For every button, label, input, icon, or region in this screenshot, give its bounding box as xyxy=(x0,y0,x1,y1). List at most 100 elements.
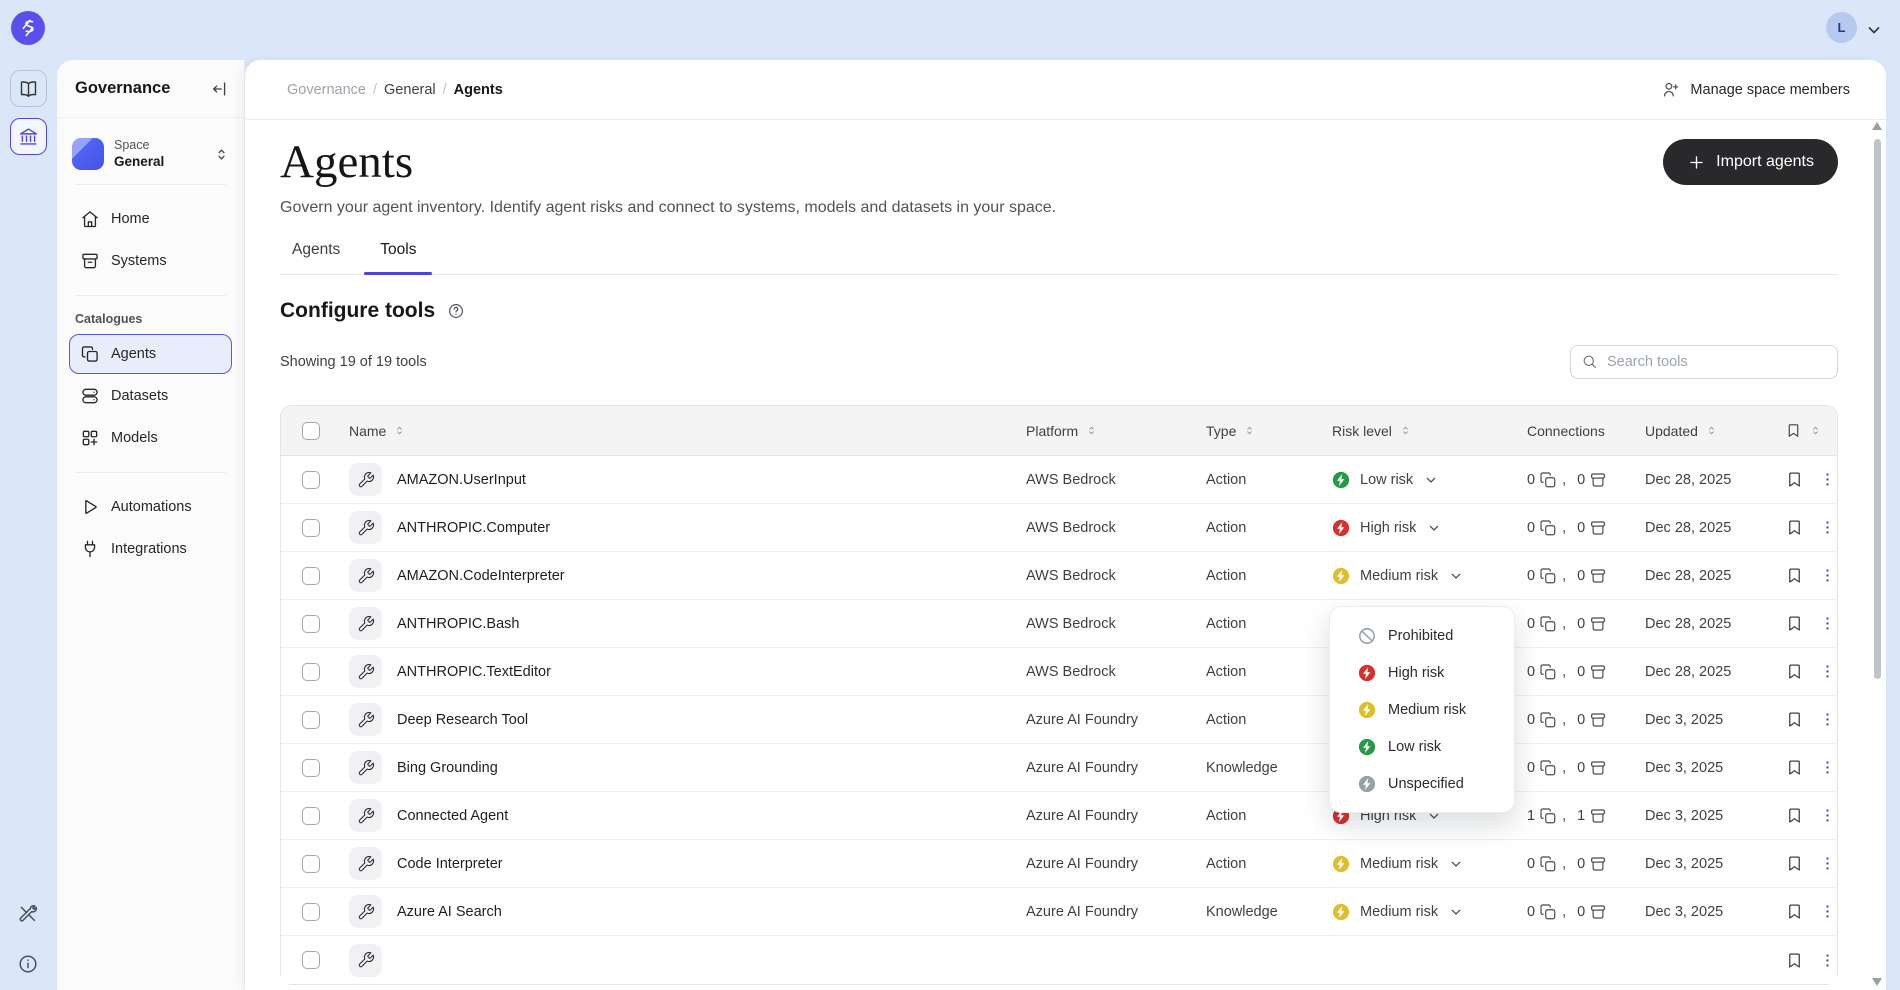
bookmark-icon[interactable] xyxy=(1785,758,1804,777)
row-menu-kebab-icon[interactable] xyxy=(1819,807,1836,824)
vertical-scrollbar[interactable] xyxy=(1871,118,1884,990)
row-checkbox[interactable] xyxy=(302,806,320,825)
tool-name[interactable]: ANTHROPIC.TextEditor xyxy=(397,664,551,680)
row-menu-kebab-icon[interactable] xyxy=(1819,663,1836,680)
bookmark-icon[interactable] xyxy=(1785,806,1804,825)
breadcrumb-agents: Agents xyxy=(453,81,503,98)
row-menu-kebab-icon[interactable] xyxy=(1819,615,1836,632)
help-question-icon[interactable] xyxy=(447,302,465,320)
table-row: Bing Grounding Azure AI Foundry Knowledg… xyxy=(281,744,1837,792)
bookmark-icon[interactable] xyxy=(1785,662,1804,681)
user-avatar[interactable]: L xyxy=(1826,12,1857,43)
sidebar-item-datasets[interactable]: Datasets xyxy=(69,376,232,416)
tool-name[interactable]: Bing Grounding xyxy=(397,760,498,776)
sidebar-item-systems[interactable]: Systems xyxy=(69,241,232,281)
column-header-risk-level[interactable]: Risk level xyxy=(1332,423,1412,439)
tool-name[interactable]: AMAZON.CodeInterpreter xyxy=(397,568,565,584)
manage-space-members-button[interactable]: Manage space members xyxy=(1661,80,1850,99)
copy-agents-icon xyxy=(1539,903,1557,921)
column-header-updated[interactable]: Updated xyxy=(1645,423,1718,439)
wrench-icon xyxy=(349,559,382,592)
row-checkbox[interactable] xyxy=(302,854,320,873)
tool-name[interactable]: ANTHROPIC.Computer xyxy=(397,520,550,536)
tool-name[interactable]: Deep Research Tool xyxy=(397,712,528,728)
bookmark-icon[interactable] xyxy=(1785,854,1804,873)
tab-agents[interactable]: Agents xyxy=(292,241,340,274)
dev-tools-icon[interactable] xyxy=(17,903,39,925)
scroll-up-arrow[interactable] xyxy=(1872,122,1882,130)
column-header-connections[interactable]: Connections xyxy=(1527,423,1605,439)
app-logo-icon[interactable] xyxy=(11,11,45,45)
scrollbar-thumb[interactable] xyxy=(1874,139,1881,679)
row-menu-kebab-icon[interactable] xyxy=(1819,952,1836,969)
row-checkbox[interactable] xyxy=(302,710,320,729)
space-switch-chevrons-icon[interactable] xyxy=(213,146,230,163)
tool-name[interactable]: Azure AI Search xyxy=(397,904,502,920)
breadcrumb-general[interactable]: General xyxy=(384,82,436,98)
bookmark-icon[interactable] xyxy=(1785,902,1804,921)
tool-name[interactable]: ANTHROPIC.Bash xyxy=(397,616,519,632)
scroll-down-arrow[interactable] xyxy=(1872,978,1882,986)
tool-name[interactable]: Code Interpreter xyxy=(397,856,503,872)
risk-option-low[interactable]: Low risk xyxy=(1330,728,1514,765)
row-menu-kebab-icon[interactable] xyxy=(1819,519,1836,536)
agents-count: 1 xyxy=(1527,807,1536,824)
sidebar-item-agents[interactable]: Agents xyxy=(69,334,232,374)
search-input[interactable] xyxy=(1570,345,1838,379)
risk-option-medium[interactable]: Medium risk xyxy=(1330,691,1514,728)
row-menu-kebab-icon[interactable] xyxy=(1819,711,1836,728)
wrench-icon xyxy=(349,511,382,544)
row-checkbox[interactable] xyxy=(302,470,320,489)
row-menu-kebab-icon[interactable] xyxy=(1819,903,1836,920)
risk-level-select[interactable]: High risk xyxy=(1332,519,1442,537)
risk-level-select[interactable]: Medium risk xyxy=(1332,567,1464,585)
risk-level-select[interactable]: Medium risk xyxy=(1332,855,1464,873)
bookmark-icon[interactable] xyxy=(1785,710,1804,729)
row-checkbox[interactable] xyxy=(302,518,320,537)
risk-option-high[interactable]: High risk xyxy=(1330,654,1514,691)
row-checkbox[interactable] xyxy=(302,662,320,681)
import-agents-button[interactable]: Import agents xyxy=(1663,139,1838,185)
docs-book-icon[interactable] xyxy=(10,70,47,107)
row-checkbox[interactable] xyxy=(302,951,320,969)
row-menu-kebab-icon[interactable] xyxy=(1819,471,1836,488)
user-menu-chevron-down-icon[interactable] xyxy=(1864,20,1884,40)
tool-name[interactable]: Connected Agent xyxy=(397,808,508,824)
column-header-platform[interactable]: Platform xyxy=(1026,423,1098,439)
tool-platform: Azure AI Foundry xyxy=(1026,759,1139,776)
row-checkbox[interactable] xyxy=(302,758,320,777)
row-checkbox[interactable] xyxy=(302,566,320,585)
bookmark-icon[interactable] xyxy=(1785,470,1804,489)
sidebar-item-integrations[interactable]: Integrations xyxy=(69,529,232,569)
tool-name[interactable]: AMAZON.UserInput xyxy=(397,472,526,488)
sidebar-item-home[interactable]: Home xyxy=(69,199,232,239)
bookmark-icon[interactable] xyxy=(1785,566,1804,585)
tab-tools[interactable]: Tools xyxy=(364,241,433,275)
risk-option-icon xyxy=(1358,627,1376,645)
governance-bank-icon[interactable] xyxy=(10,118,47,155)
column-header-type[interactable]: Type xyxy=(1206,423,1256,439)
tool-type: Action xyxy=(1206,615,1247,632)
connections-cell: 1 , 1 xyxy=(1527,807,1645,825)
column-header-bookmark[interactable] xyxy=(1785,422,1822,439)
select-all-checkbox[interactable] xyxy=(302,421,320,440)
space-selector[interactable]: Space General xyxy=(72,138,230,170)
info-icon[interactable] xyxy=(17,953,39,975)
risk-level-select[interactable]: Medium risk xyxy=(1332,903,1464,921)
row-checkbox[interactable] xyxy=(302,902,320,921)
breadcrumb-governance[interactable]: Governance xyxy=(287,82,366,98)
risk-option-prohibited[interactable]: Prohibited xyxy=(1330,617,1514,654)
column-header-name[interactable]: Name xyxy=(349,423,406,439)
row-checkbox[interactable] xyxy=(302,614,320,633)
row-menu-kebab-icon[interactable] xyxy=(1819,567,1836,584)
row-menu-kebab-icon[interactable] xyxy=(1819,855,1836,872)
bookmark-icon[interactable] xyxy=(1785,518,1804,537)
risk-option-unspecified[interactable]: Unspecified xyxy=(1330,765,1514,802)
bookmark-icon[interactable] xyxy=(1785,951,1804,970)
risk-level-select[interactable]: Low risk xyxy=(1332,471,1439,489)
sidebar-item-automations[interactable]: Automations xyxy=(69,487,232,527)
collapse-sidebar-icon[interactable] xyxy=(210,79,230,99)
sidebar-item-models[interactable]: Models xyxy=(69,418,232,458)
bookmark-icon[interactable] xyxy=(1785,614,1804,633)
row-menu-kebab-icon[interactable] xyxy=(1819,759,1836,776)
